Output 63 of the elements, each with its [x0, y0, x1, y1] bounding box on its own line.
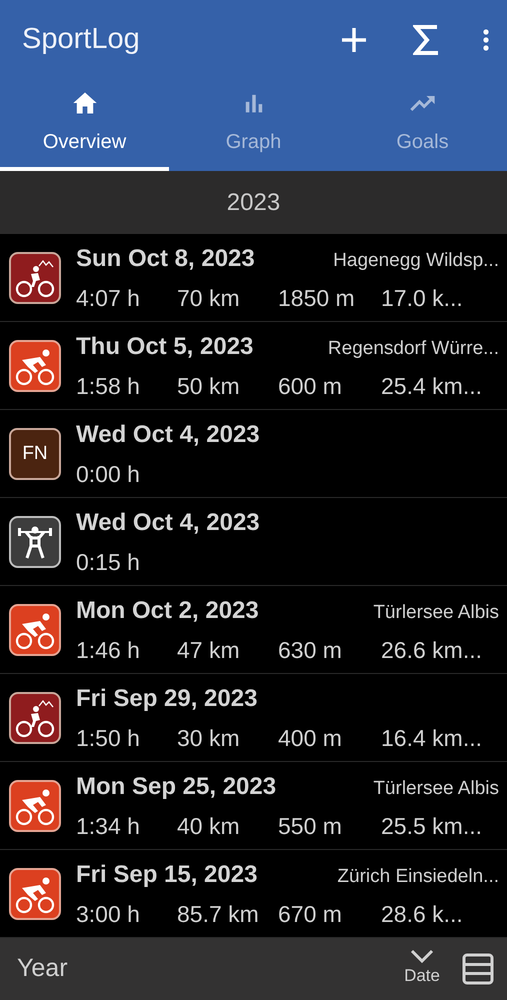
- activity-stat: 25.5 km...: [381, 812, 483, 841]
- cycling-icon: [9, 868, 61, 920]
- weightlifting-icon: [9, 516, 61, 568]
- mountain-bike-icon: [9, 692, 61, 744]
- activity-date: Wed Oct 4, 2023: [76, 420, 260, 450]
- activity-stat: 25.4 km...: [381, 372, 483, 401]
- activity-location: Hagenegg Wildsp...: [333, 248, 499, 273]
- activity-location: Türlersee Albis: [373, 600, 499, 625]
- activity-badge: FN: [9, 428, 61, 480]
- list-view-icon[interactable]: [462, 953, 494, 986]
- activity-stat: 1:34 h: [76, 812, 141, 841]
- activity-date: Wed Oct 4, 2023: [76, 508, 260, 538]
- sum-icon[interactable]: [413, 23, 439, 57]
- activity-stat: 600 m: [278, 372, 343, 401]
- activity-stat: 26.6 km...: [381, 636, 483, 665]
- chevron-down-icon: [410, 949, 434, 964]
- activity-stat: 28.6 k...: [381, 900, 464, 929]
- activity-stat: 630 m: [278, 636, 343, 665]
- activity-stat: 16.4 km...: [381, 724, 483, 753]
- section-header: 2023: [0, 170, 507, 234]
- app-title: SportLog: [22, 22, 141, 58]
- activity-stat: 47 km: [177, 636, 241, 665]
- activity-date: Thu Oct 5, 2023: [76, 332, 254, 362]
- activity-stat: 70 km: [177, 284, 241, 313]
- activity-location: Regensdorf Würre...: [328, 336, 499, 361]
- activity-stat: 400 m: [278, 724, 343, 753]
- activity-row[interactable]: Sun Oct 8, 2023 Hagenegg Wildsp... 4:07 h 70 km 1850 m 17.0 k...: [0, 234, 507, 322]
- cycling-icon: [9, 604, 61, 656]
- activity-location: Türlersee Albis: [373, 776, 499, 801]
- activity-row[interactable]: Fri Sep 29, 2023 1:50 h 30 km 400 m 16.4 km...: [0, 674, 507, 762]
- activity-stat: 1:50 h: [76, 724, 141, 753]
- activity-date: Fri Sep 15, 2023: [76, 860, 258, 890]
- cycling-icon: [9, 340, 61, 392]
- activity-row[interactable]: Thu Oct 5, 2023 Regensdorf Würre... 1:58 h 50 km 600 m 25.4 km...: [0, 322, 507, 410]
- activity-stat: 40 km: [177, 812, 241, 841]
- activity-stat: 1:46 h: [76, 636, 141, 665]
- sort-button[interactable]: Date: [404, 949, 440, 989]
- group-by-button[interactable]: Year: [17, 950, 404, 988]
- activity-stat: 4:07 h: [76, 284, 141, 313]
- add-icon[interactable]: [340, 26, 368, 54]
- activity-date: Mon Oct 2, 2023: [76, 596, 259, 626]
- activity-stat: 1850 m: [278, 284, 356, 313]
- activity-row[interactable]: Mon Sep 25, 2023 Türlersee Albis 1:34 h 40 km 550 m 25.5 km...: [0, 762, 507, 850]
- activity-location: Zürich Einsiedeln...: [337, 864, 499, 889]
- cycling-icon: [9, 780, 61, 832]
- activity-stat: 17.0 k...: [381, 284, 464, 313]
- activity-stat: 0:15 h: [76, 548, 141, 577]
- activity-stat: 670 m: [278, 900, 343, 929]
- mountain-bike-icon: [9, 252, 61, 304]
- activity-stat: 550 m: [278, 812, 343, 841]
- more-icon[interactable]: [483, 29, 489, 51]
- activity-stat: 85.7 km: [177, 900, 260, 929]
- activity-stat: 30 km: [177, 724, 241, 753]
- activity-row[interactable]: Wed Oct 4, 2023 0:15 h: [0, 498, 507, 586]
- activity-date: Fri Sep 29, 2023: [76, 684, 258, 714]
- activity-stat: 0:00 h: [76, 460, 141, 489]
- activity-stat: 50 km: [177, 372, 241, 401]
- activity-row[interactable]: FN Wed Oct 4, 2023 0:00 h: [0, 410, 507, 498]
- activity-date: Mon Sep 25, 2023: [76, 772, 276, 802]
- activity-stat: 3:00 h: [76, 900, 141, 929]
- activity-date: Sun Oct 8, 2023: [76, 244, 255, 274]
- activity-row[interactable]: Mon Oct 2, 2023 Türlersee Albis 1:46 h 47 km 630 m 26.6 km...: [0, 586, 507, 674]
- activity-stat: 1:58 h: [76, 372, 141, 401]
